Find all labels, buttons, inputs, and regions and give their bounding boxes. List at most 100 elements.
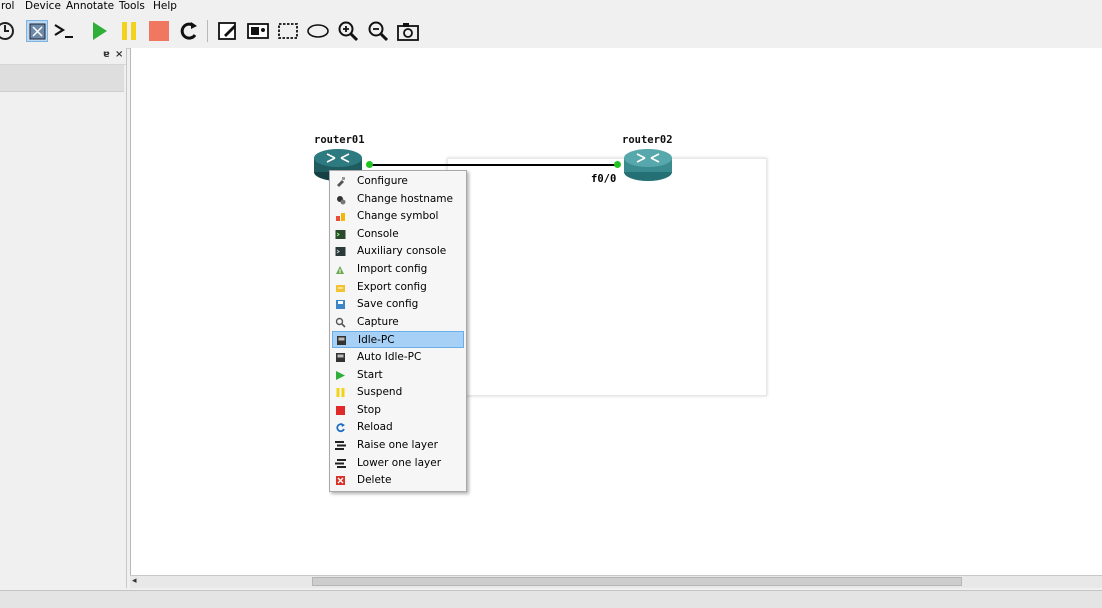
router2-port-dot[interactable] [614, 161, 621, 168]
dock-list-item[interactable] [0, 65, 124, 92]
configure-icon [337, 177, 345, 187]
menu-item-label: Lower one layer [357, 456, 442, 469]
suspend-icon [336, 388, 345, 398]
console-all-button[interactable] [53, 20, 75, 42]
draw-rectangle-button[interactable] [277, 20, 299, 42]
snapshot-icon [0, 22, 14, 40]
menu-item-change-symbol[interactable]: Change symbol [332, 208, 464, 225]
menu-item-label: Auto Idle-PC [357, 351, 422, 363]
add-note-icon [218, 22, 236, 40]
topology-canvas[interactable]: router01 router02 f0/0 [130, 48, 1102, 575]
snapshot-button[interactable] [0, 20, 16, 42]
insert-picture-icon [247, 23, 269, 39]
menu-item-label: Configure [357, 175, 408, 187]
add-note-button[interactable] [217, 20, 239, 42]
suspend-all-button[interactable] [118, 20, 140, 42]
link-line[interactable] [371, 164, 616, 166]
port-label: f0/0 [591, 173, 617, 185]
router1-label[interactable]: router01 [314, 134, 365, 146]
change-symbol-icon [336, 213, 345, 222]
menu-item-idle-pc[interactable]: Idle-PC [332, 331, 464, 349]
stop-icon [336, 405, 345, 415]
scrollbar-thumb[interactable] [312, 577, 962, 586]
idle-pc-icon [337, 336, 346, 346]
menu-item-auto-idle-pc[interactable]: Auto Idle-PC [332, 349, 464, 366]
router-icon [624, 149, 672, 181]
capture-icon [335, 317, 346, 328]
router2-label[interactable]: router02 [622, 134, 673, 146]
reload-icon [336, 423, 345, 433]
start-all-button[interactable] [88, 20, 110, 42]
console-all-icon [54, 24, 73, 38]
menu-item-import-config[interactable]: Import config [332, 261, 464, 278]
menu-item-stop[interactable]: Stop [332, 402, 464, 419]
stop-all-button[interactable] [148, 20, 170, 42]
menu-item-start[interactable]: Start [332, 367, 464, 384]
suspend-all-icon [122, 22, 136, 40]
router1-port-dot[interactable] [366, 161, 373, 168]
auto-idle-pc-icon [336, 353, 345, 362]
zoom-in-button[interactable] [337, 20, 359, 42]
console-icon [335, 229, 346, 239]
menu-item-capture[interactable]: Capture [332, 314, 464, 331]
screenshot-icon [397, 23, 419, 41]
menu-help[interactable]: Help [153, 0, 177, 13]
zoom-out-button[interactable] [367, 20, 389, 42]
menu-control[interactable]: rol [1, 0, 14, 13]
menu-item-label: Reload [357, 421, 393, 434]
delete-icon [336, 476, 345, 486]
save-config-icon [336, 300, 345, 310]
router2-node[interactable] [623, 148, 673, 182]
start-icon [336, 370, 345, 380]
zoom-out-icon [368, 21, 389, 42]
menu-item-suspend[interactable]: Suspend [332, 384, 464, 401]
show-interface-labels-icon [29, 23, 46, 40]
menu-item-export-config[interactable]: Export config [332, 279, 464, 296]
show-interface-labels-button[interactable] [26, 20, 48, 42]
menubar: rol Device Annotate Tools Help [0, 0, 1102, 14]
menu-item-label: Import config [357, 263, 428, 275]
menu-item-lower-one-layer[interactable]: Lower one layer [332, 455, 464, 472]
export-config-icon [336, 284, 345, 292]
draw-ellipse-icon [307, 24, 329, 38]
menu-item-label: Suspend [357, 386, 403, 399]
draw-ellipse-button[interactable] [307, 20, 329, 42]
draw-rectangle-icon [278, 23, 298, 39]
menu-item-label: Auxiliary console [357, 245, 447, 258]
menu-item-label: Stop [357, 403, 381, 416]
toolbar [0, 14, 1102, 49]
menu-item-label: Export config [357, 280, 427, 293]
scroll-left-arrow[interactable]: ◂ [132, 576, 137, 586]
menu-item-raise-one-layer[interactable]: Raise one layer [332, 437, 464, 454]
menu-device[interactable]: Device [25, 0, 61, 13]
reload-all-icon [180, 22, 197, 40]
menu-item-label: Idle-PC [358, 334, 395, 347]
lower-layer-icon [335, 458, 346, 468]
dock-close-button[interactable]: × [115, 49, 123, 60]
dock-float-button[interactable]: ɐ [103, 49, 110, 60]
horizontal-scrollbar[interactable]: ◂ [130, 575, 1102, 588]
menu-item-save-config[interactable]: Save config [332, 296, 464, 313]
menu-item-label: Capture [357, 315, 399, 328]
status-bar [0, 590, 1102, 608]
canvas-shape[interactable] [447, 158, 767, 396]
insert-picture-button[interactable] [247, 20, 269, 42]
menu-item-reload[interactable]: Reload [332, 419, 464, 436]
screenshot-button[interactable] [397, 20, 419, 42]
menu-tools[interactable]: Tools [119, 0, 145, 13]
menu-item-configure[interactable]: Configure [332, 173, 464, 190]
raise-layer-icon [335, 441, 346, 450]
menu-item-change-hostname[interactable]: Change hostname [332, 191, 464, 208]
menu-item-auxiliary-console[interactable]: Auxiliary console [332, 243, 464, 260]
menu-item-console[interactable]: Console [332, 226, 464, 243]
menu-item-label: Start [357, 368, 383, 381]
start-all-icon [93, 22, 107, 40]
menu-item-delete[interactable]: Delete [332, 472, 464, 489]
menu-item-label: Console [357, 227, 399, 240]
toolbar-separator [207, 20, 208, 42]
menu-annotate[interactable]: Annotate [66, 0, 114, 13]
change-hostname-icon [337, 195, 346, 205]
reload-all-button[interactable] [178, 20, 200, 42]
menu-item-label: Change hostname [357, 192, 453, 205]
menu-item-label: Delete [357, 474, 392, 487]
